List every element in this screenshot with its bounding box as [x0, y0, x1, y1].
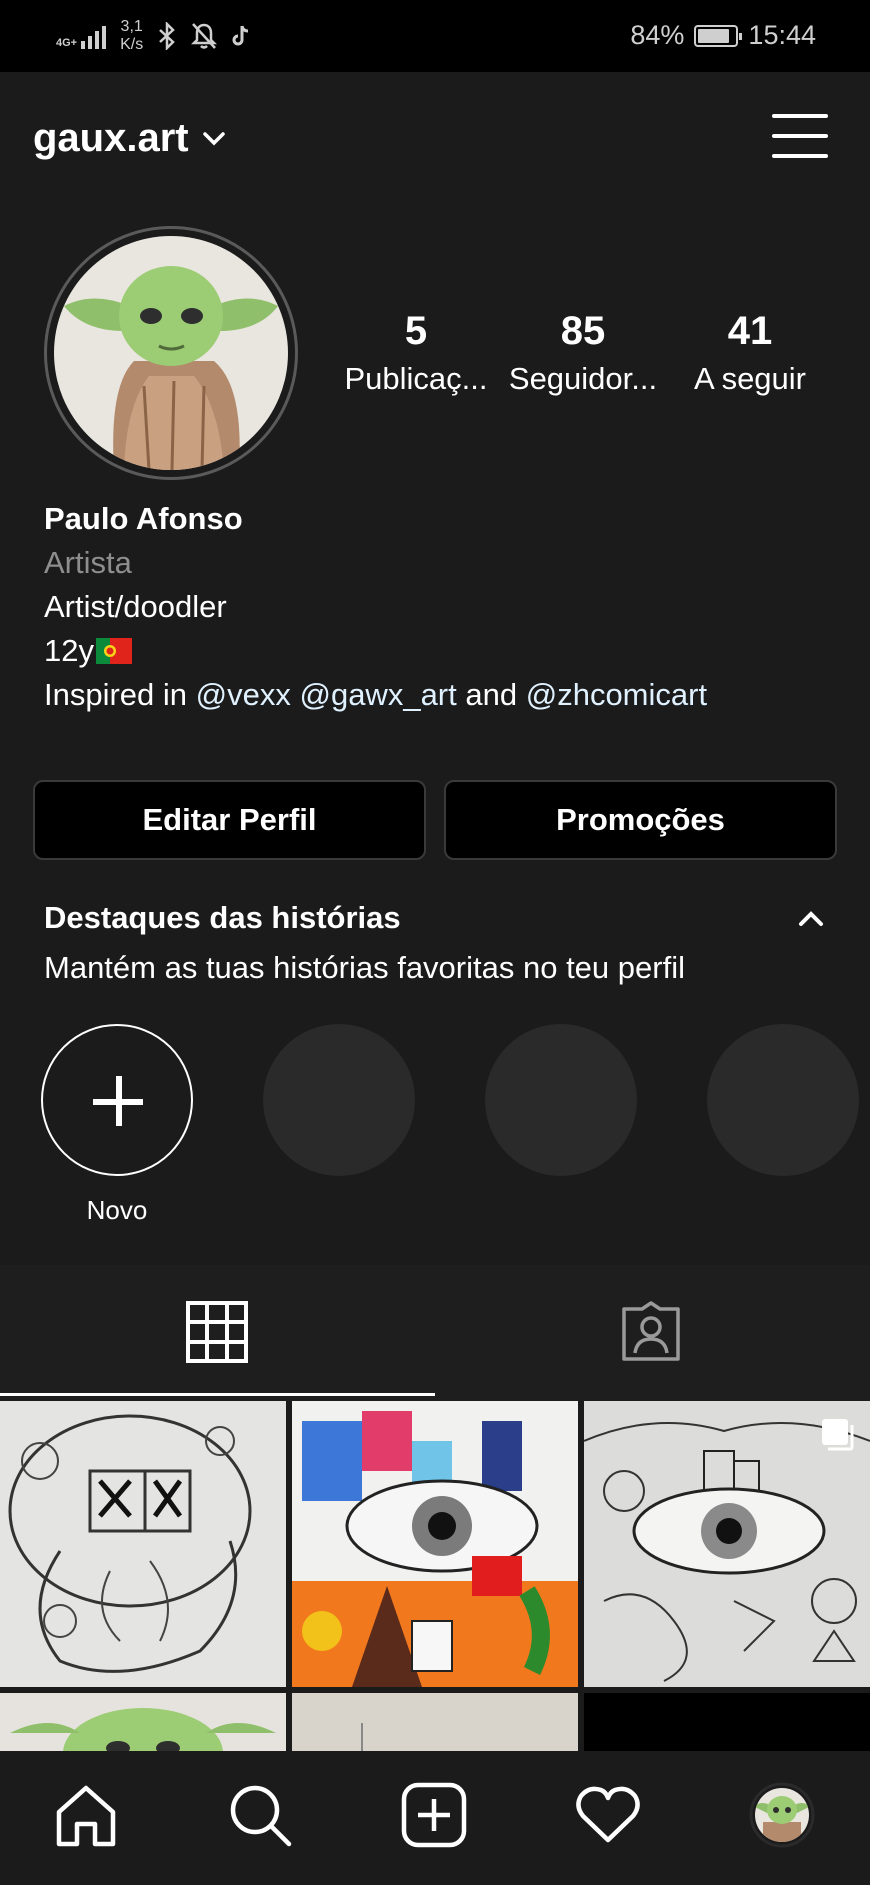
hamburger-icon[interactable] [772, 112, 828, 160]
profile-header: gaux.art [0, 72, 870, 202]
post-thumbnail[interactable] [292, 1401, 578, 1687]
empty-grid-cell [584, 1693, 870, 1751]
grid-icon[interactable] [186, 1301, 248, 1363]
tiktok-icon [232, 25, 249, 46]
highlight-placeholder [263, 1024, 415, 1176]
category: Artista [44, 545, 132, 580]
display-name: Paulo Afonso [44, 501, 243, 536]
posts-stat[interactable]: 5 Publicaç... [336, 303, 496, 399]
bio-line: Inspired in @vexx @gawx_art and @zhcomic… [44, 677, 708, 712]
network-type: 4G+ [56, 37, 78, 49]
heart-icon[interactable] [572, 1779, 644, 1851]
network-speed: 3,1 K/s [120, 18, 144, 53]
battery-percent: 84% [630, 20, 685, 50]
posts-grid [0, 1401, 870, 1751]
portugal-flag-icon [95, 638, 132, 664]
avatar-image [54, 236, 288, 470]
post-thumbnail[interactable] [0, 1401, 286, 1687]
bio-line: Artist/doodler [44, 589, 227, 624]
tagged-person-icon[interactable] [618, 1301, 684, 1363]
chevron-up-icon[interactable] [796, 906, 826, 930]
profile-tabs [0, 1265, 870, 1401]
active-tab-indicator [0, 1393, 435, 1396]
post-thumbnail[interactable] [292, 1693, 578, 1751]
post-thumbnail[interactable] [0, 1693, 286, 1751]
post-thumbnail[interactable] [584, 1401, 870, 1687]
profile-bio: Paulo Afonso Artista Artist/doodler 12y … [44, 497, 707, 717]
bottom-navigation [0, 1753, 870, 1885]
carousel-icon [822, 1419, 854, 1451]
chevron-down-icon [202, 131, 225, 145]
profile-avatar[interactable] [44, 226, 298, 480]
status-bar: 4G+ 3,1 K/s 84% 15:44 [0, 0, 870, 72]
mention-link[interactable]: @zhcomicart [526, 677, 707, 712]
promotions-button[interactable]: Promoções [444, 780, 837, 860]
new-highlight-label: Novo [86, 1195, 148, 1225]
highlights-subtitle: Mantém as tuas histórias favoritas no te… [44, 950, 685, 985]
clock: 15:44 [748, 20, 816, 50]
following-stat[interactable]: 41 A seguir [670, 303, 830, 399]
profile-stats: 5 Publicaç... 85 Seguidor... 41 A seguir [340, 303, 830, 403]
new-highlight-button[interactable] [41, 1024, 193, 1176]
followers-stat[interactable]: 85 Seguidor... [503, 303, 663, 399]
bell-off-icon [191, 23, 218, 49]
signal-icon [81, 23, 107, 49]
edit-profile-button[interactable]: Editar Perfil [33, 780, 426, 860]
battery-icon [694, 24, 743, 47]
mention-link[interactable]: @gawx_art [299, 677, 456, 712]
highlights-title: Destaques das histórias [44, 900, 401, 935]
home-icon[interactable] [50, 1779, 122, 1851]
bio-line: 12y [44, 629, 707, 673]
add-post-icon[interactable] [398, 1779, 470, 1851]
highlight-placeholder [707, 1024, 859, 1176]
account-switcher[interactable]: gaux.art [33, 116, 225, 161]
search-icon[interactable] [224, 1779, 296, 1851]
highlight-placeholder [485, 1024, 637, 1176]
profile-avatar-icon[interactable] [746, 1779, 818, 1851]
mention-link[interactable]: @vexx [196, 677, 291, 712]
username: gaux.art [33, 116, 189, 160]
bluetooth-icon [159, 22, 176, 50]
